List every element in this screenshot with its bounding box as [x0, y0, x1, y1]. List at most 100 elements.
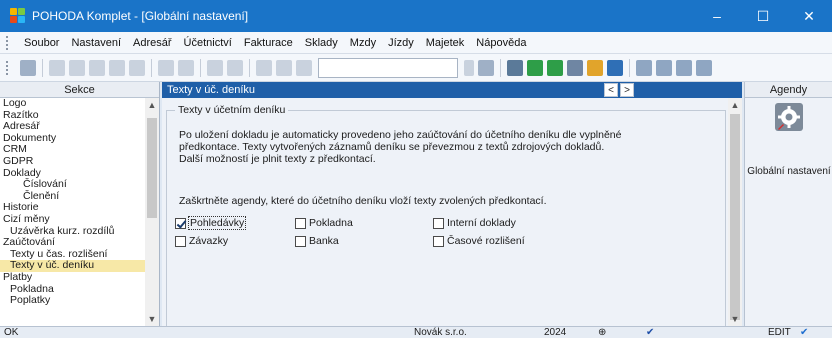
checkbox-interni-doklady[interactable]: Interní doklady: [433, 217, 516, 229]
filter-funnel-icon[interactable]: [478, 59, 494, 76]
checkbox-zavazky[interactable]: Závazky: [175, 235, 228, 247]
checkbox-box[interactable]: [295, 235, 306, 247]
group-title: Texty v účetním deníku: [175, 104, 289, 116]
tree-item[interactable]: Zaúčtování: [0, 237, 146, 249]
status-mode: EDIT: [768, 327, 791, 338]
tree-item[interactable]: Doklady: [0, 167, 146, 180]
checkbox-box[interactable]: [175, 235, 186, 247]
texty-groupbox: Texty v účetním deníku Po uložení doklad…: [166, 104, 726, 326]
tree-item[interactable]: Číslování: [0, 179, 146, 191]
tree-item[interactable]: GDPR: [0, 155, 146, 168]
menu-fakturace[interactable]: Fakturace: [238, 37, 299, 49]
menu-jizdy[interactable]: Jízdy: [382, 37, 420, 49]
edit-icon[interactable]: [158, 59, 174, 76]
info-line: Další možností je plnit texty z předkont…: [179, 153, 376, 165]
status-left: OK: [4, 327, 19, 338]
toolbar-separator: [42, 58, 43, 77]
checkbox-box[interactable]: [295, 217, 306, 229]
checkbox-label: Časové rozlišení: [447, 235, 525, 247]
menu-soubor[interactable]: Soubor: [18, 37, 65, 49]
checkbox-label: Závazky: [189, 235, 229, 247]
edit-ok-icon: ✔: [800, 327, 809, 338]
help-icon[interactable]: [696, 59, 712, 76]
toolbar: [0, 54, 832, 82]
menu-sklady[interactable]: Sklady: [299, 37, 344, 49]
filter-icon[interactable]: [109, 59, 125, 76]
main-content: Texty v úč. deníku < > Texty v účetním d…: [162, 82, 742, 326]
menu-mzdy[interactable]: Mzdy: [344, 37, 382, 49]
table-icon[interactable]: [676, 59, 692, 76]
checkmark-icon: ✔: [646, 327, 655, 338]
agenda-globalni-nastaveni[interactable]: Globální nastavení: [745, 166, 832, 177]
new-record-icon[interactable]: [49, 59, 65, 76]
print-icon[interactable]: [69, 59, 85, 76]
maximize-button[interactable]: ☐: [740, 0, 786, 32]
toolbar-separator: [629, 58, 630, 77]
export-green-icon[interactable]: [527, 59, 543, 76]
back-icon[interactable]: [207, 59, 223, 76]
tree-item[interactable]: Cizí měny: [0, 213, 146, 226]
save-icon[interactable]: [256, 59, 272, 76]
copy-icon[interactable]: [296, 59, 312, 76]
document-icon[interactable]: [567, 59, 583, 76]
info-line: předkontace. Texty vytvořených záznamů d…: [179, 141, 605, 153]
checkbox-label: Interní doklady: [447, 217, 516, 229]
scroll-down-icon[interactable]: ▼: [728, 312, 742, 326]
grid-icon[interactable]: [656, 59, 672, 76]
info-paragraph: Po uložení dokladu je automaticky proved…: [179, 129, 699, 165]
checkbox-casove-rozliseni[interactable]: Časové rozlišení: [433, 235, 525, 247]
minimize-button[interactable]: –: [694, 0, 740, 32]
agendy-header: Agendy: [745, 82, 832, 98]
menu-majetek[interactable]: Majetek: [420, 37, 471, 49]
nav-prev-button[interactable]: <: [604, 83, 618, 97]
gear-icon[interactable]: [774, 102, 804, 132]
checkbox-box[interactable]: [433, 235, 444, 247]
list-icon[interactable]: [178, 59, 194, 76]
menu-napoveda[interactable]: Nápověda: [470, 37, 532, 49]
select-icon[interactable]: [129, 59, 145, 76]
sekce-scrollbar[interactable]: ▲ ▼: [145, 98, 159, 326]
menu-grip-icon[interactable]: [6, 35, 12, 50]
agenda-icon[interactable]: [20, 59, 36, 76]
window-title: POHODA Komplet - [Globální nastavení]: [32, 9, 249, 23]
delete-icon[interactable]: [276, 59, 292, 76]
toolbar-separator: [200, 58, 201, 77]
checkbox-banka[interactable]: Banka: [295, 235, 339, 247]
import-green-icon[interactable]: [547, 59, 563, 76]
iban-icon[interactable]: [607, 59, 623, 76]
card-icon[interactable]: [636, 59, 652, 76]
close-button[interactable]: ✕: [786, 0, 832, 32]
scroll-up-icon[interactable]: ▲: [145, 98, 159, 112]
dropdown-arrow-icon[interactable]: [464, 59, 474, 76]
quick-search-input[interactable]: [318, 57, 458, 78]
users-icon[interactable]: [587, 59, 603, 76]
scroll-thumb[interactable]: [730, 114, 740, 320]
window-titlebar[interactable]: POHODA Komplet - [Globální nastavení] – …: [0, 0, 832, 32]
send-icon[interactable]: [507, 59, 523, 76]
tree-item[interactable]: Poplatky: [0, 294, 146, 307]
info-line: Po uložení dokladu je automaticky proved…: [179, 129, 622, 141]
scroll-up-icon[interactable]: ▲: [728, 98, 742, 112]
checkbox-label: Pokladna: [309, 217, 353, 229]
menu-ucetnictvi[interactable]: Účetnictví: [178, 37, 238, 49]
nav-next-button[interactable]: >: [620, 83, 634, 97]
checkbox-box[interactable]: [433, 217, 444, 229]
preview-icon[interactable]: [89, 59, 105, 76]
status-year: 2024: [544, 327, 567, 338]
scroll-thumb[interactable]: [147, 118, 157, 218]
menu-nastaveni[interactable]: Nastavení: [65, 37, 127, 49]
sekce-header: Sekce: [0, 82, 159, 98]
agendy-panel: Agendy Globální nastavení: [744, 82, 832, 326]
checkbox-box[interactable]: [175, 217, 186, 229]
database-icon: ⊕: [598, 327, 607, 338]
checkbox-pokladna[interactable]: Pokladna: [295, 217, 353, 229]
forward-icon[interactable]: [227, 59, 243, 76]
main-scrollbar[interactable]: ▲ ▼: [728, 98, 742, 326]
status-company: Novák s.r.o.: [414, 327, 467, 338]
checkbox-pohledavky[interactable]: Pohledávky: [175, 216, 247, 230]
tree-item[interactable]: Logo: [0, 98, 146, 110]
menu-adresar[interactable]: Adresář: [127, 37, 178, 49]
tree-item[interactable]: Platby: [0, 271, 146, 284]
scroll-down-icon[interactable]: ▼: [145, 312, 159, 326]
toolbar-grip-icon[interactable]: [6, 60, 12, 75]
